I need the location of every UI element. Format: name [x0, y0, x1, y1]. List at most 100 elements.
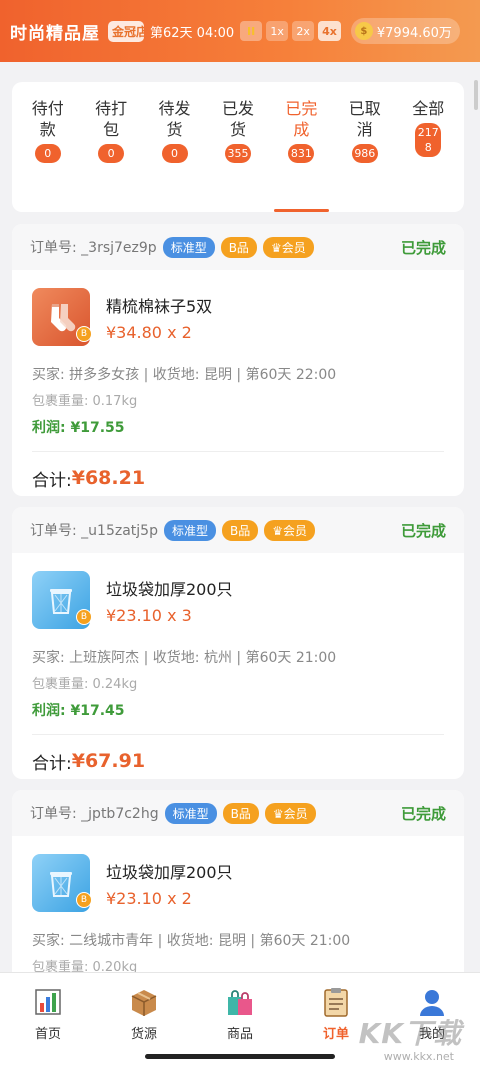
product-row[interactable]: B 精梳棉袜子5双 ¥34.80 x 2 [32, 284, 444, 350]
order-header: 订单号: _jptb7c2hg 标准型 B品 ♛会员 已完成 [12, 790, 464, 836]
money-bag-icon: $ [354, 22, 373, 40]
crown-icon: ♛ [272, 806, 284, 821]
grade-tag: B品 [220, 236, 257, 258]
tab-count-badge: 355 [224, 144, 251, 163]
order-profit: 利润: ¥17.55 [32, 420, 125, 436]
order-card[interactable]: 订单号: _u15zatj5p 标准型 B品 ♛会员 已完成 B 垃圾袋加厚20… [12, 507, 464, 779]
tab-label: 已完成 [285, 99, 318, 139]
order-number: 订单号: _jptb7c2hg [30, 806, 159, 822]
tab-shipped[interactable]: 已发货 355 [206, 82, 269, 212]
tab-completed[interactable]: 已完成 831 [270, 82, 333, 212]
package-weight: 包裹重量: 0.17kg [32, 394, 138, 409]
total-value: ¥68.21 [71, 467, 146, 489]
vip-tag-label: 会员 [283, 806, 308, 821]
order-header: 订单号: _3rsj7ez9p 标准型 B品 ♛会员 已完成 [12, 224, 464, 270]
nav-label: 货源 [130, 1027, 157, 1042]
buyer-info: 买家: 二线城市青年 | 收货地: 昆明 | 第60天 21:00 [32, 933, 351, 949]
vip-tag: ♛会员 [262, 236, 314, 258]
package-weight: 包裹重量: 0.24kg [32, 677, 138, 692]
watermark-url: www.kkx.net [383, 1050, 454, 1063]
app-header: 时尚精品屋 金冠店 第62天 04:00 II 1x 2x 4x $ ¥7994… [0, 0, 480, 62]
order-status: 已完成 [400, 521, 446, 540]
speed-2x-button[interactable]: 2x [292, 21, 315, 41]
box-icon [127, 985, 161, 1019]
type-tag: 标准型 [163, 519, 216, 541]
product-thumbnail: B [32, 854, 92, 912]
tab-pending-payment[interactable]: 待付款 0 [16, 82, 79, 212]
vip-tag: ♛会员 [264, 802, 316, 824]
grade-badge-icon: B [76, 609, 92, 625]
order-profit: 利润: ¥17.45 [32, 703, 125, 719]
money-display[interactable]: $ ¥7994.60万 [350, 18, 460, 44]
nav-label: 首页 [34, 1027, 61, 1042]
order-status-tabs: 待付款 0 待打包 0 待发货 0 已发货 355 已完成 831 已取消 98… [12, 82, 464, 212]
order-card[interactable]: 订单号: _3rsj7ez9p 标准型 B品 ♛会员 已完成 B 精梳棉袜子5双… [12, 224, 464, 496]
vip-tag-label: 会员 [281, 240, 306, 255]
type-tag: 标准型 [162, 236, 215, 258]
tab-cancelled[interactable]: 已取消 986 [333, 82, 396, 212]
product-price: ¥34.80 x 2 [106, 322, 192, 342]
order-status: 已完成 [400, 238, 446, 257]
watermark-logo: KK下载 [358, 1017, 462, 1050]
home-indicator[interactable] [145, 1054, 335, 1059]
shop-title: 时尚精品屋 [10, 23, 100, 44]
buyer-info: 买家: 上班族阿杰 | 收货地: 杭州 | 第60天 21:00 [32, 650, 337, 666]
order-number: 订单号: _u15zatj5p [30, 523, 158, 539]
order-number: 订单号: _3rsj7ez9p [30, 240, 157, 256]
nav-products[interactable]: 商品 [192, 973, 288, 1066]
product-thumbnail: B [32, 288, 92, 346]
tab-pending-ship[interactable]: 待发货 0 [143, 82, 206, 212]
product-name: 精梳棉袜子5双 [106, 296, 213, 316]
nav-label: 商品 [226, 1027, 253, 1042]
total-label: 合计: [32, 753, 72, 774]
product-name: 垃圾袋加厚200只 [106, 579, 233, 599]
product-row[interactable]: B 垃圾袋加厚200只 ¥23.10 x 2 [32, 850, 444, 916]
crown-icon: ♛ [272, 523, 283, 538]
product-price: ¥23.10 x 2 [106, 888, 192, 908]
tab-label: 待付款 [31, 99, 64, 139]
crown-icon: ♛ [270, 240, 282, 255]
speed-4x-button[interactable]: 4x [318, 21, 341, 41]
tab-label: 待打包 [95, 99, 128, 139]
tab-label: 已发货 [221, 99, 254, 139]
tab-count-badge: 0 [98, 144, 125, 163]
tab-pending-pack[interactable]: 待打包 0 [79, 82, 142, 212]
pause-button[interactable]: II [240, 21, 263, 41]
tab-label: 全部 [412, 99, 445, 118]
game-day-time: 第62天 04:00 [150, 25, 235, 41]
order-status: 已完成 [400, 804, 446, 823]
order-total: 合计: ¥68.21 [12, 452, 464, 496]
tab-count-badge: 2178 [415, 123, 442, 157]
tab-label: 已取消 [348, 99, 381, 139]
tab-count-badge: 0 [34, 144, 61, 163]
tab-count-badge: 0 [161, 144, 188, 163]
tab-count-badge: 831 [288, 144, 315, 163]
order-header: 订单号: _u15zatj5p 标准型 B品 ♛会员 已完成 [12, 507, 464, 553]
bar-chart-icon [31, 985, 65, 1019]
nav-sourcing[interactable]: 货源 [96, 973, 192, 1066]
money-value: ¥7994.60万 [376, 25, 452, 41]
scrollbar[interactable] [474, 80, 478, 110]
nav-label: 订单 [322, 1027, 349, 1042]
tab-all[interactable]: 全部 2178 [397, 82, 460, 212]
product-row[interactable]: B 垃圾袋加厚200只 ¥23.10 x 3 [32, 567, 444, 633]
type-tag: 标准型 [164, 802, 217, 824]
grade-badge-icon: B [76, 892, 92, 908]
grade-tag: B品 [222, 802, 259, 824]
order-total: 合计: ¥67.91 [12, 735, 464, 779]
rank-badge: 金冠店 [108, 20, 144, 42]
tab-label: 待发货 [158, 99, 191, 139]
grade-badge-icon: B [76, 326, 92, 342]
order-card[interactable]: 订单号: _jptb7c2hg 标准型 B品 ♛会员 已完成 B 垃圾袋加厚20… [12, 790, 464, 990]
total-value: ¥67.91 [71, 750, 146, 772]
active-tab-indicator [273, 209, 330, 212]
clipboard-icon [319, 985, 353, 1019]
tab-count-badge: 986 [351, 144, 378, 163]
grade-tag: B品 [221, 519, 259, 541]
product-thumbnail: B [32, 571, 92, 629]
shopping-bag-icon [223, 985, 257, 1019]
nav-home[interactable]: 首页 [0, 973, 96, 1066]
speed-1x-button[interactable]: 1x [266, 21, 289, 41]
buyer-info: 买家: 拼多多女孩 | 收货地: 昆明 | 第60天 22:00 [32, 367, 337, 383]
total-label: 合计: [32, 470, 72, 491]
